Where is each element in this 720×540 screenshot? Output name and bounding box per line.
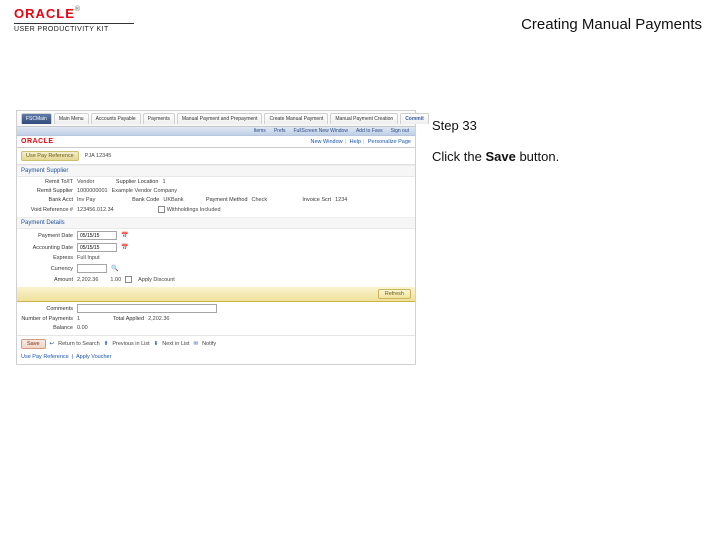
breadcrumb-root[interactable]: FSCMain	[21, 113, 52, 124]
app-brand-bar: ORACLE New Window| Help| Personalize Pag…	[17, 136, 415, 148]
prev-icon[interactable]: ⬆︎	[104, 341, 109, 347]
save-target-word: Save	[485, 149, 515, 164]
link-help[interactable]: Help	[350, 139, 361, 145]
footer-note-rest: Apply Voucher	[76, 354, 111, 360]
trademark-icon: ®	[75, 6, 81, 13]
refresh-button[interactable]: Refresh	[378, 289, 411, 299]
lbl-pay-method: Payment Method	[196, 197, 248, 203]
calendar-icon[interactable]: 📅	[121, 244, 128, 251]
val-balance: 0.00	[77, 325, 88, 331]
brand-subtitle: USER PRODUCTIVITY KIT	[14, 26, 109, 33]
prev-in-list-link[interactable]: Previous in List	[112, 341, 149, 347]
lbl-payment-date: Payment Date	[21, 233, 73, 239]
notify-link[interactable]: Notify	[202, 341, 216, 347]
val-void-ref: 123456.012.34	[77, 207, 114, 213]
withholdings-checkbox[interactable]	[158, 206, 165, 213]
lbl-num-payments: Number of Payments	[21, 316, 73, 322]
input-currency[interactable]	[77, 264, 107, 273]
lbl-accounting-date: Accounting Date	[21, 245, 73, 251]
lbl-apply-discount: Apply Discount	[138, 277, 175, 283]
next-icon[interactable]: ⬇︎	[154, 341, 159, 347]
context-chip[interactable]: Use Pay Reference	[21, 151, 79, 161]
val-amount: 2,202.36	[77, 277, 98, 283]
lbl-supplier-loc: Supplier Location	[106, 179, 158, 185]
breadcrumb: FSCMain Main Menu Accounts Payable Payme…	[17, 111, 415, 127]
val-bank-code: UKBank	[163, 197, 183, 203]
apply-discount-checkbox[interactable]	[125, 276, 132, 283]
sublink[interactable]: Items	[252, 128, 268, 134]
sublink[interactable]: Sign out	[389, 128, 411, 134]
link-new-window[interactable]: New Window	[311, 139, 343, 145]
val-invoice-srt: 1234	[335, 197, 347, 203]
val-supplier-loc: 1	[162, 179, 165, 185]
val-num-payments: 1	[77, 316, 80, 322]
val-total-applied: 2,202.36	[148, 316, 169, 322]
lbl-balance: Balance	[21, 325, 73, 331]
lbl-remit: Remit To/IT	[21, 179, 73, 185]
details-action-bar: Refresh	[17, 287, 415, 302]
input-comments[interactable]	[77, 304, 217, 313]
lookup-icon[interactable]: 🔍	[111, 265, 118, 272]
input-payment-date[interactable]	[77, 231, 117, 240]
val-remit: Vendor	[77, 179, 94, 185]
input-accounting-date[interactable]	[77, 243, 117, 252]
lbl-amount: Amount	[21, 277, 73, 283]
brand-block: ORACLE® USER PRODUCTIVITY KIT	[14, 6, 134, 33]
section-title: Payment Details	[17, 218, 415, 229]
breadcrumb-item[interactable]: Payments	[143, 113, 175, 124]
val-rate: 1.00	[110, 277, 121, 283]
lbl-comments: Comments	[21, 306, 73, 312]
lbl-invoice-srt: Invoice Scrt	[279, 197, 331, 203]
oracle-screenshot-panel: FSCMain Main Menu Accounts Payable Payme…	[16, 110, 416, 365]
breadcrumb-item[interactable]: Create Manual Payment	[264, 113, 328, 124]
lbl-bank-code: Bank Code	[107, 197, 159, 203]
val-express: Full Input	[77, 255, 100, 261]
section-title: Payment Supplier	[17, 166, 415, 177]
context-value: PJA 12345	[85, 153, 112, 159]
breadcrumb-item[interactable]: Manual Payment Creation	[330, 113, 398, 124]
app-logo: ORACLE	[21, 138, 54, 145]
lbl-remit-supplier: Remit Supplier	[21, 188, 73, 194]
footer-note-link[interactable]: Use Pay Reference	[21, 354, 69, 360]
val-pay-method: Check	[252, 197, 268, 203]
lbl-total-applied: Total Applied	[92, 316, 144, 322]
lbl-currency: Currency	[21, 266, 73, 272]
lbl-bank-acct: Bank Acct	[21, 197, 73, 203]
breadcrumb-item[interactable]: Main Menu	[54, 113, 89, 124]
val-remit-supplier: 1000000001	[77, 188, 108, 194]
sublink[interactable]: Prefs	[272, 128, 288, 134]
lbl-void-ref: Void Reference #	[21, 207, 73, 213]
footer-note: Use Pay Reference | Apply Voucher	[17, 352, 415, 364]
brand-divider	[14, 23, 134, 24]
link-personalize[interactable]: Personalize Page	[368, 139, 411, 145]
val-remit-supplier-extra: Example Vendor Company	[112, 188, 177, 194]
page-title: Creating Manual Payments	[521, 6, 706, 33]
step-instruction: Click the Save button.	[432, 149, 702, 164]
lbl-withholdings: Withholdings Included	[167, 207, 221, 213]
breadcrumb-item[interactable]: Accounts Payable	[91, 113, 141, 124]
context-bar: Use Pay Reference PJA 12345	[17, 148, 415, 165]
return-to-search-link[interactable]: Return to Search	[58, 341, 100, 347]
next-in-list-link[interactable]: Next in List	[162, 341, 189, 347]
breadcrumb-current[interactable]: Commit	[400, 113, 429, 124]
step-label: Step 33	[432, 118, 702, 133]
sublink[interactable]: Add to Favs	[354, 128, 385, 134]
calendar-icon[interactable]: 📅	[121, 232, 128, 239]
save-button[interactable]: Save	[21, 339, 46, 349]
section-payment-details: Payment Details Payment Date 📅 Accounting…	[17, 217, 415, 335]
section-payment-supplier: Payment Supplier Remit To/IT Vendor Suppl…	[17, 165, 415, 217]
val-bank-acct: Inv Pay	[77, 197, 95, 203]
return-icon[interactable]: ↩︎	[50, 341, 55, 347]
sub-links-bar: Items Prefs FullScreen New Window Add to…	[17, 127, 415, 136]
sublink[interactable]: FullScreen New Window	[291, 128, 349, 134]
breadcrumb-item[interactable]: Manual Payment and Prepayment	[177, 113, 263, 124]
brand-name: ORACLE®	[14, 6, 81, 21]
notify-icon[interactable]: ✉︎	[193, 341, 198, 347]
form-footer-bar: Save ↩︎ Return to Search ⬆︎ Previous in …	[17, 335, 415, 352]
lbl-express: Express	[21, 255, 73, 261]
